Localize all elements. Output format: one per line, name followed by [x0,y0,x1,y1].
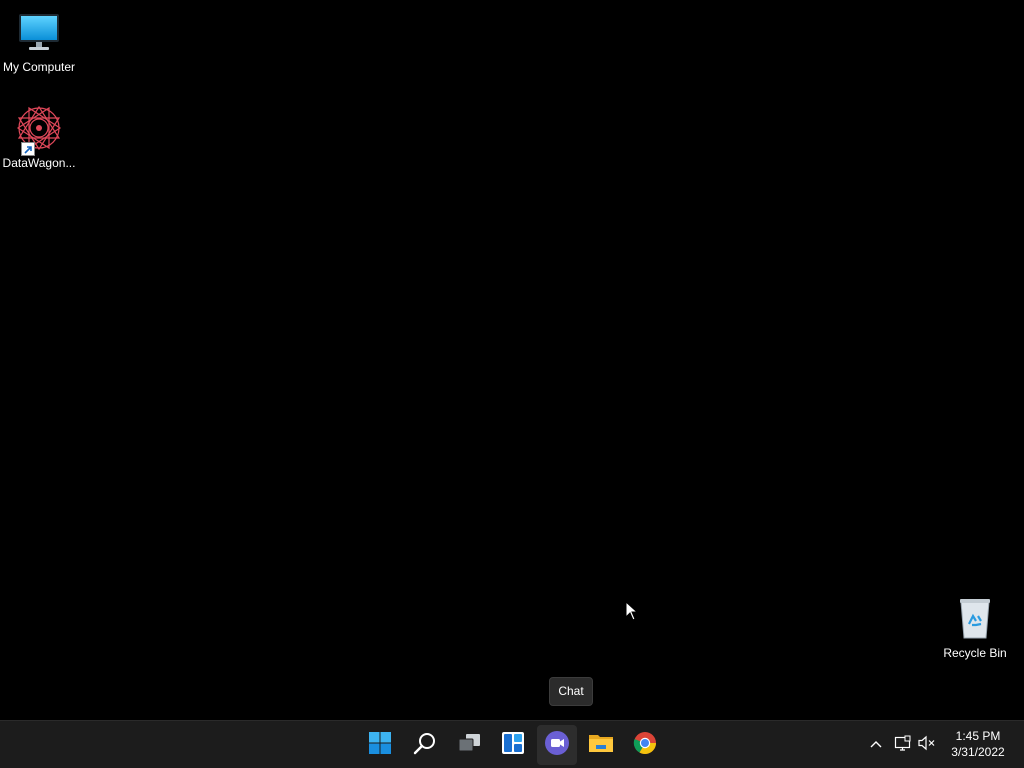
search-icon [413,731,437,760]
chrome-icon [633,731,657,760]
desktop-icon-recycle-bin[interactable]: Recycle Bin [936,594,1014,661]
widgets-button[interactable] [493,725,533,765]
volume-muted-icon [918,735,936,756]
taskbar: 1:45 PM 3/31/2022 [0,720,1024,768]
mouse-pointer-icon [625,600,639,621]
desktop-icon-label: My Computer [2,60,76,74]
monitor-icon [15,8,63,56]
windows-logo-icon [368,731,392,760]
datawagon-app-icon [15,104,63,156]
chat-button[interactable] [537,725,577,765]
clock-time: 1:45 PM [955,729,1001,743]
search-button[interactable] [405,725,445,765]
folder-icon [588,731,614,760]
clock[interactable]: 1:45 PM 3/31/2022 [940,728,1016,760]
desktop-icon-datawagon[interactable]: DataWagon... [0,104,78,171]
chevron-up-icon [869,736,883,754]
widgets-icon [501,731,525,760]
network-button[interactable] [892,733,914,757]
task-view-button[interactable] [449,725,489,765]
clock-date: 3/31/2022 [951,745,1005,759]
desktop-icon-label: Recycle Bin [943,646,1007,660]
chat-icon [544,730,570,761]
shortcut-arrow-icon [21,142,35,156]
task-view-icon [457,731,481,760]
recycle-bin-icon [951,594,999,642]
desktop[interactable]: My Computer DataWagon... Recycle Bin Cha… [0,0,1024,720]
show-hidden-icons-button[interactable] [865,733,887,757]
chrome-button[interactable] [625,725,665,765]
start-button[interactable] [360,725,400,765]
chat-tooltip: Chat [549,677,593,706]
desktop-icon-label: DataWagon... [2,156,76,170]
volume-button[interactable] [916,733,938,757]
desktop-icon-my-computer[interactable]: My Computer [0,8,78,75]
network-icon [894,735,912,756]
file-explorer-button[interactable] [581,725,621,765]
